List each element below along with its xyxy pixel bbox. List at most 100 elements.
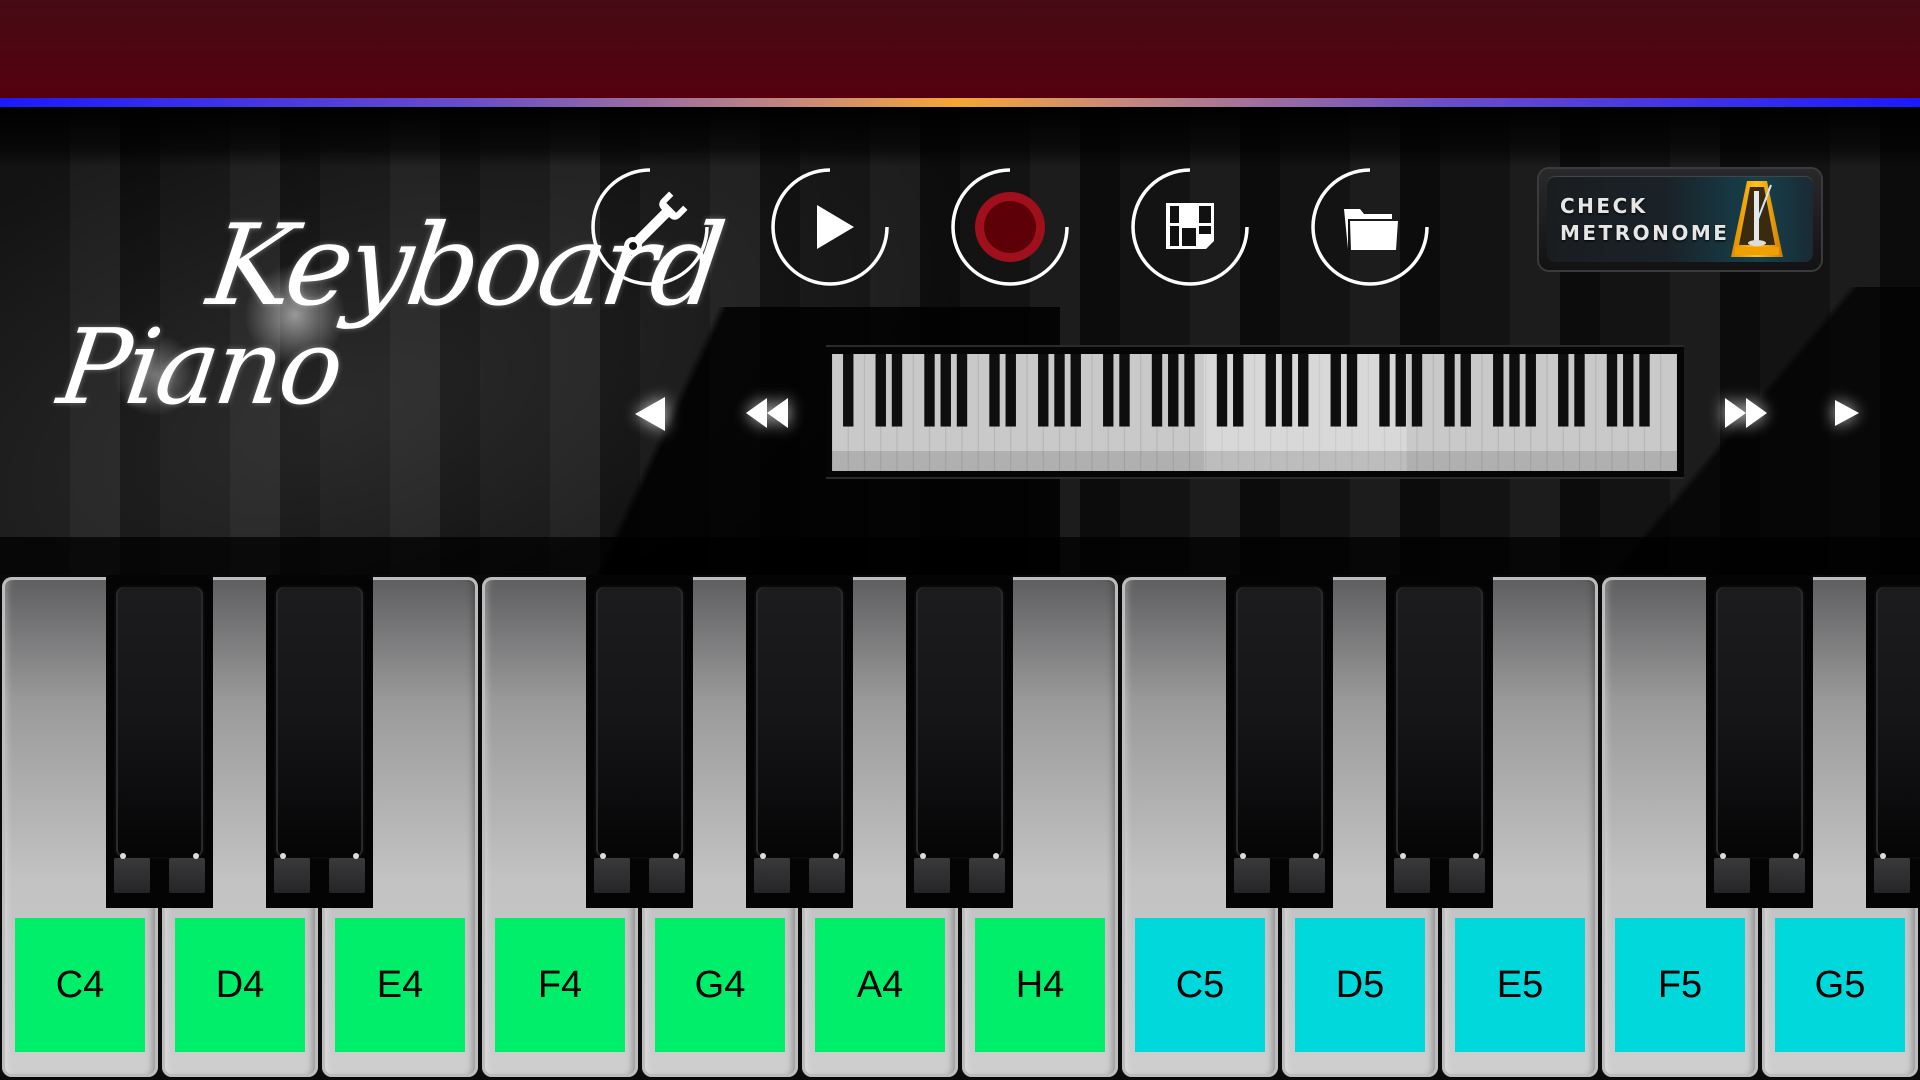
black-key-foot — [1874, 858, 1910, 893]
mini-black-key — [1005, 354, 1016, 427]
black-key-highlight — [280, 853, 286, 859]
mini-black-key — [1558, 354, 1569, 427]
mini-black-key — [1070, 354, 1081, 427]
black-key-cap — [756, 587, 843, 857]
black-key-foot — [1714, 858, 1750, 893]
mini-black-key — [1151, 354, 1163, 427]
record-button[interactable] — [950, 167, 1070, 287]
scroll-right-button[interactable] — [1834, 399, 1860, 427]
mini-black-key — [1184, 354, 1195, 427]
mini-black-key — [843, 354, 854, 427]
open-button[interactable] — [1310, 167, 1430, 287]
mini-black-key — [1395, 354, 1406, 427]
mini-black-key — [1298, 354, 1309, 427]
mini-black-key — [940, 354, 951, 427]
black-key-highlight — [1720, 853, 1726, 859]
mini-black-key — [1460, 354, 1471, 427]
note-label: G4 — [655, 918, 785, 1052]
metronome-label-line2: METRONOME — [1560, 221, 1730, 245]
black-key-highlight — [993, 853, 999, 859]
black-key-highlight — [673, 853, 679, 859]
note-label: D4 — [175, 918, 305, 1052]
settings-button[interactable] — [590, 167, 710, 287]
black-key-highlight — [1400, 853, 1406, 859]
black-key-foot — [329, 858, 365, 893]
black-key-cap — [116, 587, 203, 857]
mini-black-key — [1623, 354, 1634, 427]
mini-keyboard-shadow — [832, 451, 1677, 471]
metronome-label-line1: CHECK — [1560, 194, 1648, 218]
fast-scroll-left-button[interactable] — [745, 397, 789, 429]
black-key[interactable] — [906, 575, 1013, 908]
mini-black-key — [1493, 354, 1504, 427]
metronome-icon — [1731, 181, 1783, 257]
mini-keyboard[interactable] — [832, 354, 1677, 471]
header-bottom-shadow — [0, 537, 1920, 575]
mini-black-key — [956, 354, 968, 427]
black-key-foot — [754, 858, 790, 893]
black-key-foot — [1394, 858, 1430, 893]
black-key[interactable] — [1226, 575, 1333, 908]
save-button[interactable] — [1130, 167, 1250, 287]
metronome-button-face: CHECK METRONOME — [1547, 176, 1813, 262]
black-key-cap — [1876, 587, 1920, 857]
black-key-highlight — [353, 853, 359, 859]
black-key-highlight — [1880, 853, 1886, 859]
note-label: E4 — [335, 918, 465, 1052]
black-key-foot — [1769, 858, 1805, 893]
check-metronome-button[interactable]: CHECK METRONOME — [1537, 167, 1823, 272]
black-key-highlight — [920, 853, 926, 859]
play-button[interactable] — [770, 167, 890, 287]
mini-black-key — [924, 354, 935, 427]
fast-scroll-left-icon — [746, 398, 788, 428]
fast-scroll-right-button[interactable] — [1724, 397, 1768, 429]
mini-black-key — [1444, 354, 1455, 427]
piano-keyboard: C4 D4 E4 F4 G4 A4 H4 C5 D5 E5 F5 G5 — [0, 575, 1920, 1080]
black-key-cap — [1396, 587, 1483, 857]
black-key-highlight — [600, 853, 606, 859]
black-key-cap — [916, 587, 1003, 857]
note-label: H4 — [975, 918, 1105, 1052]
keyboard-navigator[interactable] — [826, 345, 1684, 479]
floppy-disk-icon — [1131, 168, 1249, 286]
black-key-foot — [1234, 858, 1270, 893]
black-key[interactable] — [746, 575, 853, 908]
mini-black-key — [1379, 354, 1390, 427]
black-key-cap — [276, 587, 363, 857]
black-key-highlight — [120, 853, 126, 859]
mini-black-key — [1168, 354, 1179, 427]
black-key-cap — [596, 587, 683, 857]
note-label: F4 — [495, 918, 625, 1052]
mini-black-key — [1119, 354, 1130, 427]
scroll-right-icon — [1835, 400, 1859, 426]
black-key-highlight — [1793, 853, 1799, 859]
mini-black-key — [1054, 354, 1065, 427]
logo-word-piano: Piano — [51, 306, 349, 428]
black-key[interactable] — [1706, 575, 1813, 908]
black-key[interactable] — [1866, 575, 1920, 908]
mini-black-key — [1038, 354, 1049, 427]
note-label: G5 — [1775, 918, 1905, 1052]
scroll-left-button[interactable] — [634, 396, 666, 432]
mini-black-key — [1525, 354, 1536, 427]
black-key[interactable] — [266, 575, 373, 908]
mini-black-key — [1281, 354, 1293, 427]
app-logo: Keyboard Piano — [40, 150, 728, 440]
black-key[interactable] — [586, 575, 693, 908]
mini-black-key — [1639, 354, 1650, 427]
scroll-left-icon — [635, 397, 665, 431]
mini-keyboard-graphic — [832, 354, 1677, 471]
mini-black-key — [891, 354, 903, 427]
black-key[interactable] — [1386, 575, 1493, 908]
black-key[interactable] — [106, 575, 213, 908]
black-key-foot — [1449, 858, 1485, 893]
mini-black-key — [1265, 354, 1276, 427]
black-key-highlight — [1240, 853, 1246, 859]
fast-scroll-right-icon — [1725, 398, 1767, 428]
mini-black-key — [1216, 354, 1228, 427]
note-label: D5 — [1295, 918, 1425, 1052]
status-bar — [0, 0, 1920, 98]
mini-black-key — [1606, 354, 1618, 427]
mini-black-key — [1346, 354, 1358, 427]
black-key-foot — [809, 858, 845, 893]
